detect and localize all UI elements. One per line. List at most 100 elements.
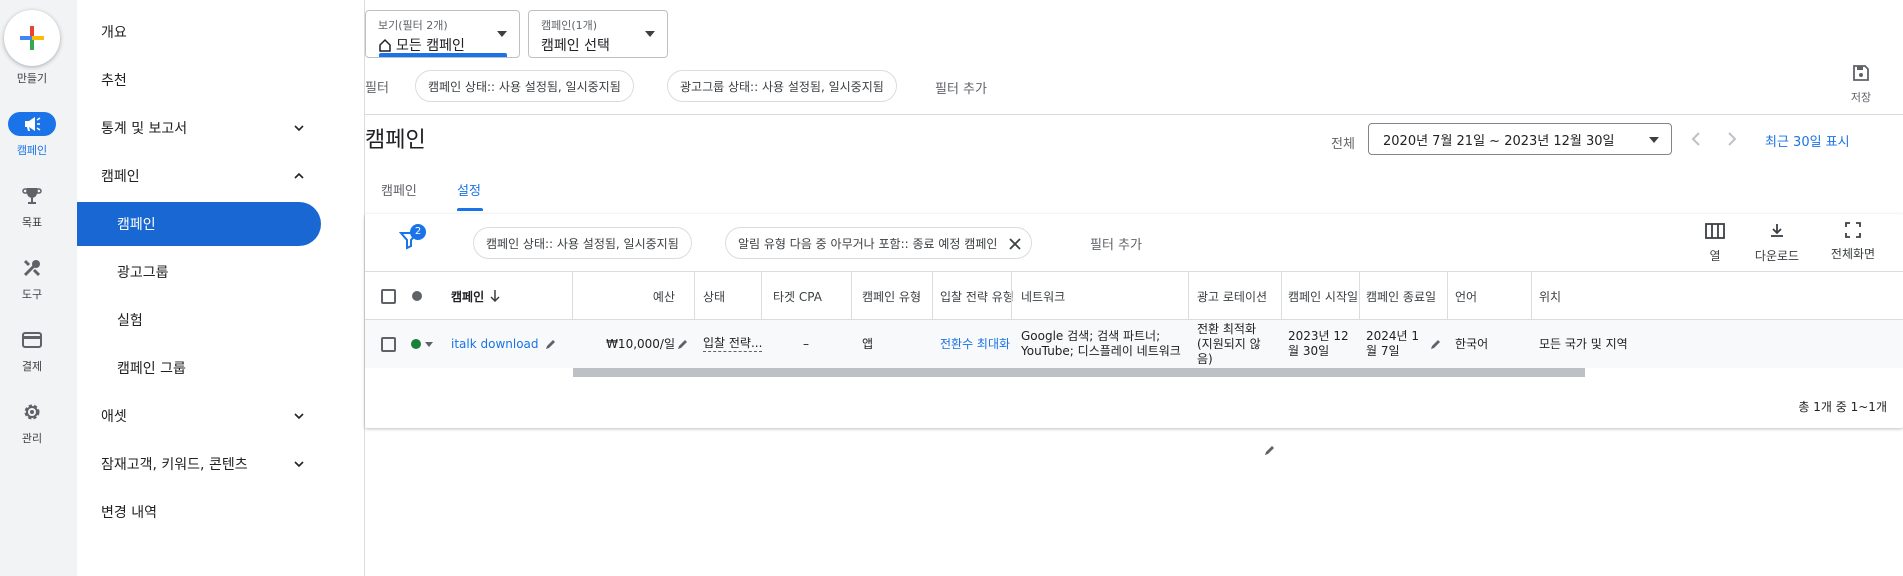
nav-item-reports[interactable]: 통계 및 보고서 [77,106,321,150]
table-add-filter-link[interactable]: 필터 추가 [1090,234,1142,253]
filter-chip-campaign-status[interactable]: 캠페인 상태:: 사용 설정됨, 일시중지됨 [415,70,634,102]
megaphone-icon [8,112,56,136]
col-header-end-date[interactable]: 캠페인 종료일 [1366,272,1436,320]
col-header-language[interactable]: 언어 [1455,272,1477,320]
download-button[interactable]: 다운로드 [1747,222,1807,264]
columns-icon [1705,223,1725,239]
start-date-cell: 2023년 12월 30일 [1288,329,1349,358]
nav-item-overview[interactable]: 개요 [77,10,321,54]
close-icon[interactable] [1009,238,1022,250]
nav-item-audiences[interactable]: 잠재고객, 키워드, 콘텐츠 [77,442,321,486]
rail-label-tools: 도구 [21,288,43,301]
date-range-selector[interactable]: 2020년 7월 21일 ~ 2023년 12월 30일 [1368,123,1672,155]
campaign-selector-value: 캠페인 선택 [541,38,610,54]
tab-indicator [457,208,483,211]
select-all-checkbox[interactable] [381,272,396,320]
checkbox-box [381,336,396,352]
col-header-campaign[interactable]: 캠페인 [451,272,500,320]
view-selector[interactable]: 보기(필터 2개) 모든 캠페인 [365,10,520,58]
location-cell: 모든 국가 및 지역 [1539,336,1628,351]
show-last-30-days-link[interactable]: 최근 30일 표시 [1765,131,1850,150]
ad-rotation-cell: 전환 최적화 (지원되지 않음) [1197,321,1261,366]
rail-item-goals[interactable]: 목표 [0,184,64,240]
nav-item-campaign-groups[interactable]: 캠페인 그룹 [77,346,321,390]
chevron-down-icon [294,461,304,468]
nav-item-experiments[interactable]: 실험 [77,298,321,342]
table-filter-chip-status[interactable]: 캠페인 상태:: 사용 설정됨, 일시중지됨 [473,227,692,259]
save-icon [1853,65,1869,81]
budget-value: ₩10,000/일 [606,336,675,351]
status-value[interactable]: 입찰 전략... [703,336,763,352]
pencil-icon[interactable] [677,338,689,350]
plus-icon [20,26,44,50]
rail-label-admin: 관리 [21,432,43,445]
nav-item-label: 애셋 [101,409,127,425]
nav-item-label: 캠페인 [117,217,156,233]
chevron-right-icon[interactable] [1721,129,1741,149]
campaign-selector-caption: 캠페인(1개) [541,19,598,32]
fullscreen-icon [1845,222,1861,238]
row-checkbox[interactable] [381,320,396,368]
table-header: 캠페인 예산 상태 타겟 CPA 캠페인 유형 입찰 전략 유형 네트워크 광고… [365,272,1903,320]
table-filter-chip-alert[interactable]: 알림 유형 다음 중 아무거나 포함:: 종료 예정 캠페인 [725,227,1033,259]
col-header-ad-rotation[interactable]: 광고 로테이션 [1197,272,1267,320]
nav-item-assets[interactable]: 애셋 [77,394,321,438]
col-header-start-date[interactable]: 캠페인 시작일 [1288,272,1358,320]
dropdown-caret-icon [645,31,655,37]
pencil-icon[interactable] [545,338,557,350]
save-label: 저장 [1850,91,1872,104]
rail-item-billing[interactable]: 결제 [0,328,64,384]
campaign-selector[interactable]: 캠페인(1개) 캠페인 선택 [528,10,668,58]
status-toggle[interactable] [411,320,433,368]
rail-item-tools[interactable]: 도구 [0,256,64,312]
end-date-cell: 2024년 1월 7일 [1366,329,1420,358]
campaign-name-link[interactable]: italk download [451,337,539,352]
save-button[interactable]: 저장 [1843,64,1879,105]
create-button[interactable] [4,10,60,66]
col-header-network[interactable]: 네트워크 [1021,272,1065,320]
col-header-status[interactable]: 상태 [703,272,725,320]
nav-item-recommendations[interactable]: 추천 [77,58,321,102]
horizontal-scrollbar[interactable] [573,368,1585,377]
rail-item-admin[interactable]: 관리 [0,400,64,456]
columns-label: 열 [1709,249,1721,263]
col-header-bid-strategy[interactable]: 입찰 전략 유형 [940,272,1014,320]
col-header-target-cpa[interactable]: 타겟 CPA [773,272,822,320]
date-range-label: 전체 [1331,137,1355,152]
campaign-table-card: 2 캠페인 상태:: 사용 설정됨, 일시중지됨 알림 유형 다음 중 아무거나… [365,214,1903,455]
nav-item-ad-groups[interactable]: 광고그룹 [77,250,321,294]
status-cell: 입찰 전략... [703,320,763,368]
nav-item-change-history[interactable]: 변경 내역 [77,490,321,534]
col-header-location[interactable]: 위치 [1539,272,1561,320]
filter-chip-adgroup-status[interactable]: 광고그룹 상태:: 사용 설정됨, 일시중지됨 [667,70,897,102]
add-filter-link[interactable]: 필터 추가 [935,78,987,97]
bid-strategy-cell: 전환수 최대화 [940,320,1010,368]
col-header-campaign-type[interactable]: 캠페인 유형 [862,272,921,320]
nav-item-campaigns[interactable]: 캠페인 [77,202,321,246]
filter-label: 필터 [365,81,389,96]
tab-campaigns[interactable]: 캠페인 [381,180,417,199]
campaign-type-cell: 앱 [862,336,874,351]
tab-settings[interactable]: 설정 [457,180,481,199]
pencil-icon[interactable] [1264,444,1276,456]
chip-label: 알림 유형 다음 중 아무거나 포함:: 종료 예정 캠페인 [738,236,998,251]
dropdown-caret-icon [497,31,507,37]
selector-underline [379,53,507,57]
checkbox-box [381,288,396,304]
gear-icon [16,400,48,424]
col-header-budget[interactable]: 예산 [573,272,675,320]
fullscreen-button[interactable]: 전체화면 [1821,222,1885,262]
campaign-name-cell: italk download [451,320,557,368]
nav-item-label: 캠페인 [101,169,140,185]
columns-button[interactable]: 열 [1695,222,1735,264]
target-cpa-cell: – [803,336,809,351]
budget-cell: ₩10,000/일 [573,320,675,368]
dropdown-caret-icon [1649,137,1659,143]
bid-strategy-link[interactable]: 전환수 최대화 [940,337,1010,352]
view-selector-value-wrap: 모든 캠페인 [378,35,465,55]
rail-item-campaigns[interactable]: 캠페인 [0,112,64,168]
pencil-icon[interactable] [1430,338,1442,350]
chevron-left-icon[interactable] [1687,129,1707,149]
tools-icon [16,256,48,280]
nav-item-campaigns-group[interactable]: 캠페인 [77,154,321,198]
